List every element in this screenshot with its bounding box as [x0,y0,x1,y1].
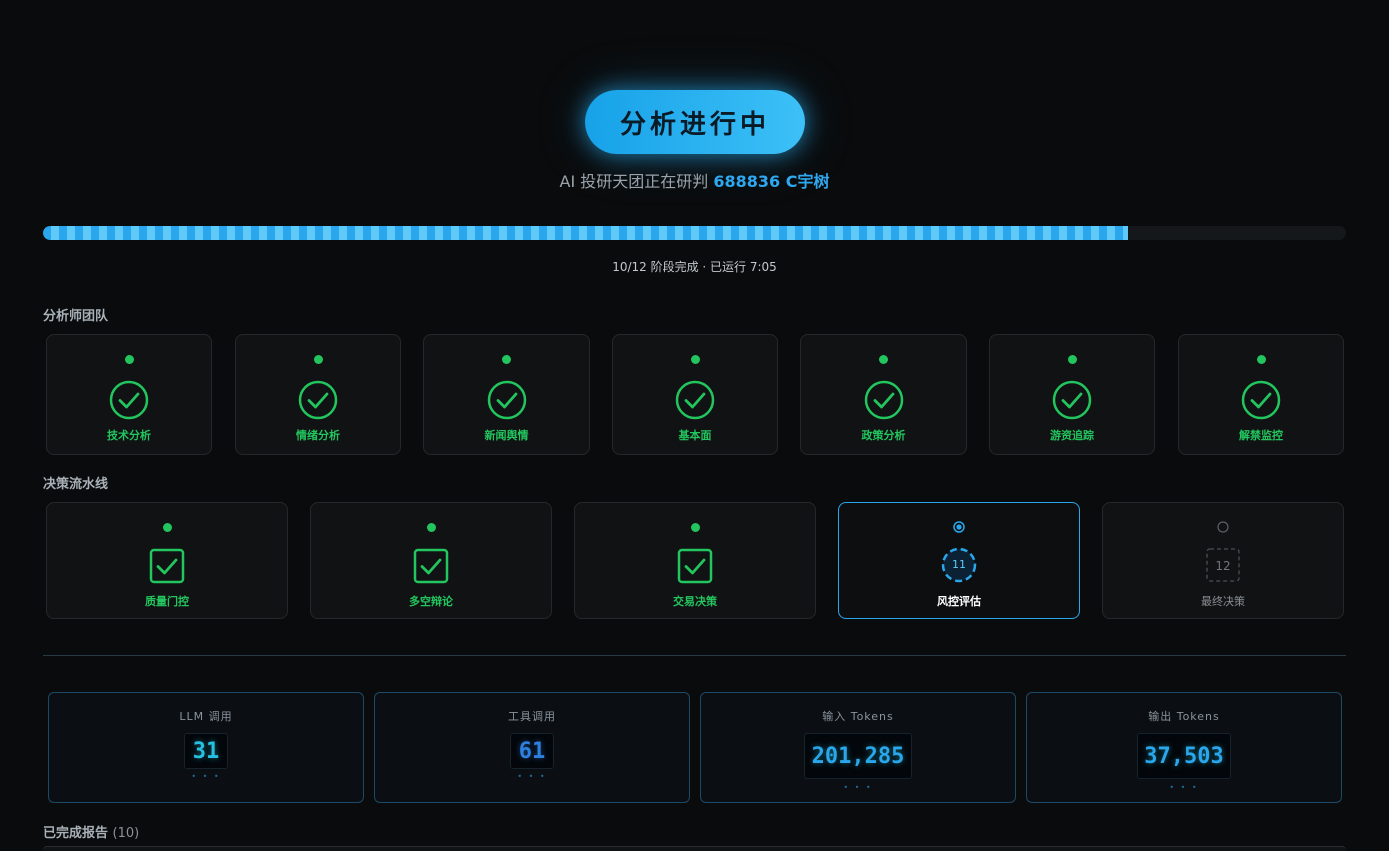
metric-dots: • • • [517,772,547,781]
status-dot [1067,355,1077,364]
metric-label: 工具调用 [508,710,556,723]
pipeline-label: 交易决策 [673,595,717,608]
check-circle-icon [109,380,149,420]
divider [43,655,1346,656]
check-circle-icon [487,380,526,420]
status-dot [426,523,436,532]
pipeline-label: 风控评估 [937,595,981,608]
reports-panel-edge [43,846,1346,851]
analyst-card-technical[interactable]: 技术分析 [46,334,212,455]
step-number: 12 [1215,559,1231,573]
pipeline-label: 多空辩论 [409,595,453,608]
radio-empty-icon [1217,521,1229,533]
stock-name: 688836 C宇树 [713,172,830,191]
status-dot [502,355,511,364]
analyst-label: 新闻舆情 [484,429,529,442]
analyst-label: 技术分析 [107,429,151,442]
pipeline-card-trade[interactable]: 交易决策 [574,502,816,619]
check-square-icon [677,548,713,584]
metric-output-tokens: 输出 Tokens 37,503 • • • [1026,692,1342,803]
check-circle-icon [864,380,903,420]
analyst-card-policy[interactable]: 政策分析 [800,334,967,455]
analyst-card-hot-money[interactable]: 游资追踪 [989,334,1155,455]
metric-tool-calls: 工具调用 61 • • • [374,692,690,803]
check-circle-icon [1241,380,1281,420]
subtitle-prefix: AI 投研天团正在研判 [559,172,709,191]
check-circle-icon [1052,380,1092,420]
metric-llm-calls: LLM 调用 31 • • • [48,692,364,803]
status-dot [1256,355,1266,364]
status-dot [690,523,700,532]
metric-dots: • • • [1169,783,1199,792]
metric-input-tokens: 输入 Tokens 201,285 • • • [700,692,1016,803]
radio-active-icon [953,521,965,533]
step-number: 11 [952,558,966,571]
progress-bar [43,226,1346,240]
analyst-label: 情绪分析 [296,429,340,442]
status-dot [124,355,134,364]
analyst-label: 基本面 [678,429,712,442]
status-dot [162,523,172,532]
check-square-icon [413,548,449,584]
status-dot [879,355,888,364]
pipeline-card-debate[interactable]: 多空辩论 [310,502,552,619]
metric-value: 37,503 [1137,733,1231,779]
analyst-label: 游资追踪 [1050,429,1094,442]
analyst-label: 政策分析 [861,429,906,442]
pipeline-card-risk[interactable]: 11 风控评估 [838,502,1080,619]
pipeline-label: 质量门控 [145,595,189,608]
pipeline-label: 最终决策 [1201,595,1245,608]
status-dot [690,355,700,364]
metric-dots: • • • [191,772,221,781]
metric-label: LLM 调用 [179,710,233,723]
pipeline-card-quality-gate[interactable]: 质量门控 [46,502,288,619]
analyst-card-unlock[interactable]: 解禁监控 [1178,334,1344,455]
analyst-card-news[interactable]: 新闻舆情 [423,334,590,455]
progress-fill [43,226,1129,240]
status-pill: 分析进行中 [585,90,805,154]
reports-label: 已完成报告 [43,826,109,841]
metric-label: 输入 Tokens [822,710,894,723]
pipeline-card-final[interactable]: 12 最终决策 [1102,502,1344,619]
analyst-label: 解禁监控 [1239,429,1283,442]
subtitle: AI 投研天团正在研判 688836 C宇树 [0,168,1389,192]
check-circle-icon [298,380,338,420]
reports-count: (10) [112,826,140,841]
metric-value: 61 [510,733,554,769]
metric-value: 31 [184,733,228,769]
pipeline-title: 决策流水线 [43,477,109,492]
check-circle-icon [675,380,715,420]
progress-text: 10/12 阶段完成 · 已运行 7:05 [612,260,777,274]
metric-dots: • • • [843,783,873,792]
check-square-icon [149,548,185,584]
metric-value: 201,285 [804,733,912,779]
analyst-team-title: 分析师团队 [43,309,109,324]
metric-label: 输出 Tokens [1148,710,1220,723]
analyst-card-sentiment[interactable]: 情绪分析 [235,334,401,455]
status-dot [313,355,323,364]
completed-reports-title[interactable]: 已完成报告 (10) [43,822,139,841]
analyst-card-fundamentals[interactable]: 基本面 [612,334,778,455]
status-text: 分析进行中 [619,109,770,140]
